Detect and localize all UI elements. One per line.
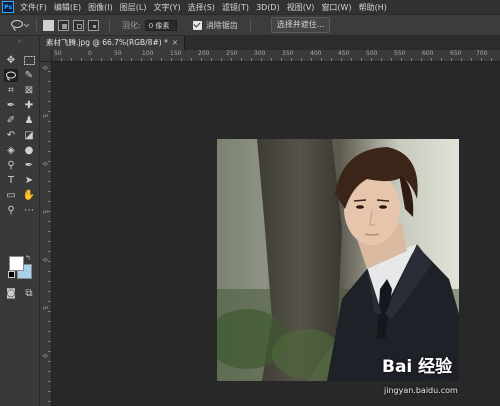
tools-panel: » ✥ ✎ ⌗ ⊠ ✒ ✚ ✐ ♟ ↶ ◪ ◈ ● ⚲ ✒ T ➤ ▭ ✋ ⚲ … (0, 36, 40, 406)
move-tool-icon[interactable]: ✥ (4, 54, 18, 67)
lasso-icon (6, 71, 16, 80)
ruler-label: 0 (41, 258, 48, 262)
ruler-label: 250 (226, 50, 238, 57)
ruler-label: 5 (41, 210, 48, 214)
ruler-label: 650 (450, 50, 462, 57)
tool-preset-picker[interactable] (10, 19, 30, 31)
separator (36, 18, 37, 32)
ruler-label: 50 (54, 50, 62, 57)
select-and-mask-button[interactable]: 选择并遮住... (270, 17, 331, 33)
ruler-label: 350 (282, 50, 294, 57)
antialias-checkbox[interactable] (192, 20, 202, 30)
eyedropper-tool-icon[interactable]: ✒ (4, 99, 18, 112)
document-tab[interactable]: 素材飞腾.jpg @ 66.7%(RGB/8#) * × (40, 36, 186, 50)
intersect-selection-button[interactable] (88, 19, 99, 31)
paint-bucket-tool-icon[interactable]: ◈ (4, 144, 18, 157)
close-icon[interactable]: × (172, 38, 178, 47)
menu-view[interactable]: 视图(V) (287, 2, 315, 13)
crop-tool-icon[interactable]: ⌗ (4, 84, 18, 97)
ruler-label: 50 (114, 50, 122, 57)
ruler-label: 0 (41, 354, 48, 358)
dodge-tool-icon[interactable]: ⚲ (4, 159, 18, 172)
vertical-ruler[interactable]: 0 5 0 5 0 5 0 (40, 62, 52, 406)
foreground-color-swatch[interactable] (9, 256, 24, 271)
healing-brush-tool-icon[interactable]: ✚ (22, 99, 36, 112)
photoshop-logo: Ps (2, 1, 14, 13)
default-colors-icon[interactable] (8, 271, 15, 278)
menu-layer[interactable]: 图层(L) (120, 2, 147, 13)
horizontal-ruler[interactable]: 50 0 50 100 150 200 250 300 350 400 450 … (52, 50, 500, 62)
quick-mask-icon[interactable]: ◙ (4, 287, 18, 300)
feather-label: 羽化: (122, 20, 141, 30)
lasso-tool-icon[interactable] (4, 69, 18, 82)
more-tools-icon[interactable]: ⋯ (22, 204, 36, 217)
watermark-url: jingyan.baidu.com (384, 386, 458, 395)
eraser-tool-icon[interactable]: ◪ (22, 129, 36, 142)
ruler-label: 450 (338, 50, 350, 57)
ruler-label: 500 (366, 50, 378, 57)
antialias-label: 消除锯齿 (205, 20, 238, 30)
marquee-tool-icon[interactable] (22, 54, 36, 67)
ruler-label: 0 (41, 66, 48, 70)
ruler-label: 300 (254, 50, 266, 57)
subtract-from-selection-button[interactable] (73, 19, 84, 31)
document-tab-bar: 素材飞腾.jpg @ 66.7%(RGB/8#) * × (40, 36, 500, 51)
document-tab-title: 素材飞腾.jpg @ 66.7%(RGB/8#) * (46, 38, 168, 47)
frame-tool-icon[interactable]: ⊠ (22, 84, 36, 97)
lasso-icon (11, 20, 30, 31)
feather-input[interactable]: 0 像素 (144, 19, 177, 31)
ruler-label: 150 (170, 50, 182, 57)
ruler-label: 0 (88, 50, 92, 57)
baidu-watermark: Bai 经验 jingyan.baidu.com (380, 350, 500, 406)
baidu-jingyan-logo: Bai 经验 (382, 357, 453, 377)
blur-tool-icon[interactable]: ● (22, 144, 36, 157)
hand-tool-icon[interactable]: ✋ (22, 189, 36, 202)
menu-file[interactable]: 文件(F) (20, 2, 47, 13)
rect-marquee-icon (23, 56, 35, 65)
separator (249, 18, 251, 32)
menu-help[interactable]: 帮助(H) (359, 2, 387, 13)
pen-tool-icon[interactable]: ✒ (22, 159, 36, 172)
document-image[interactable] (217, 139, 459, 381)
ruler-label: 100 (142, 50, 154, 57)
portrait-photo (217, 139, 459, 381)
menu-image[interactable]: 图像(I) (88, 2, 113, 13)
ruler-label: 600 (422, 50, 434, 57)
new-selection-button[interactable] (43, 19, 54, 31)
ruler-label: 700 (476, 50, 488, 57)
ruler-label: 400 (310, 50, 322, 57)
menu-filter[interactable]: 滤镜(T) (222, 2, 249, 13)
rectangle-tool-icon[interactable]: ▭ (4, 189, 18, 202)
menu-type[interactable]: 文字(Y) (153, 2, 180, 13)
ruler-label: 5 (41, 114, 48, 118)
options-bar: 羽化: 0 像素 消除锯齿 选择并遮住... (0, 14, 500, 36)
menu-window[interactable]: 窗口(W) (321, 2, 351, 13)
ruler-origin[interactable] (40, 50, 52, 62)
clone-stamp-tool-icon[interactable]: ♟ (22, 114, 36, 127)
screen-mode-icon[interactable]: ⧉ (22, 287, 36, 300)
ruler-label: 550 (394, 50, 406, 57)
menu-edit[interactable]: 编辑(E) (54, 2, 81, 13)
type-tool-icon[interactable]: T (4, 174, 18, 187)
quick-select-tool-icon[interactable]: ✎ (22, 69, 36, 82)
menu-3d[interactable]: 3D(D) (256, 3, 280, 12)
toolbar-collapse-handle[interactable]: » (0, 36, 39, 46)
menu-bar: Ps 文件(F) 编辑(E) 图像(I) 图层(L) 文字(Y) 选择(S) 滤… (0, 0, 500, 14)
brush-tool-icon[interactable]: ✐ (4, 114, 18, 127)
ruler-label: 200 (198, 50, 210, 57)
zoom-tool-icon[interactable]: ⚲ (4, 204, 18, 217)
history-brush-tool-icon[interactable]: ↶ (4, 129, 18, 142)
path-selection-tool-icon[interactable]: ➤ (22, 174, 36, 187)
swap-colors-icon[interactable]: ↰ (25, 254, 31, 262)
ruler-label: 5 (41, 306, 48, 310)
add-to-selection-button[interactable] (58, 19, 69, 31)
menu-select[interactable]: 选择(S) (188, 2, 215, 13)
ruler-label: 0 (41, 162, 48, 166)
separator (109, 18, 110, 32)
